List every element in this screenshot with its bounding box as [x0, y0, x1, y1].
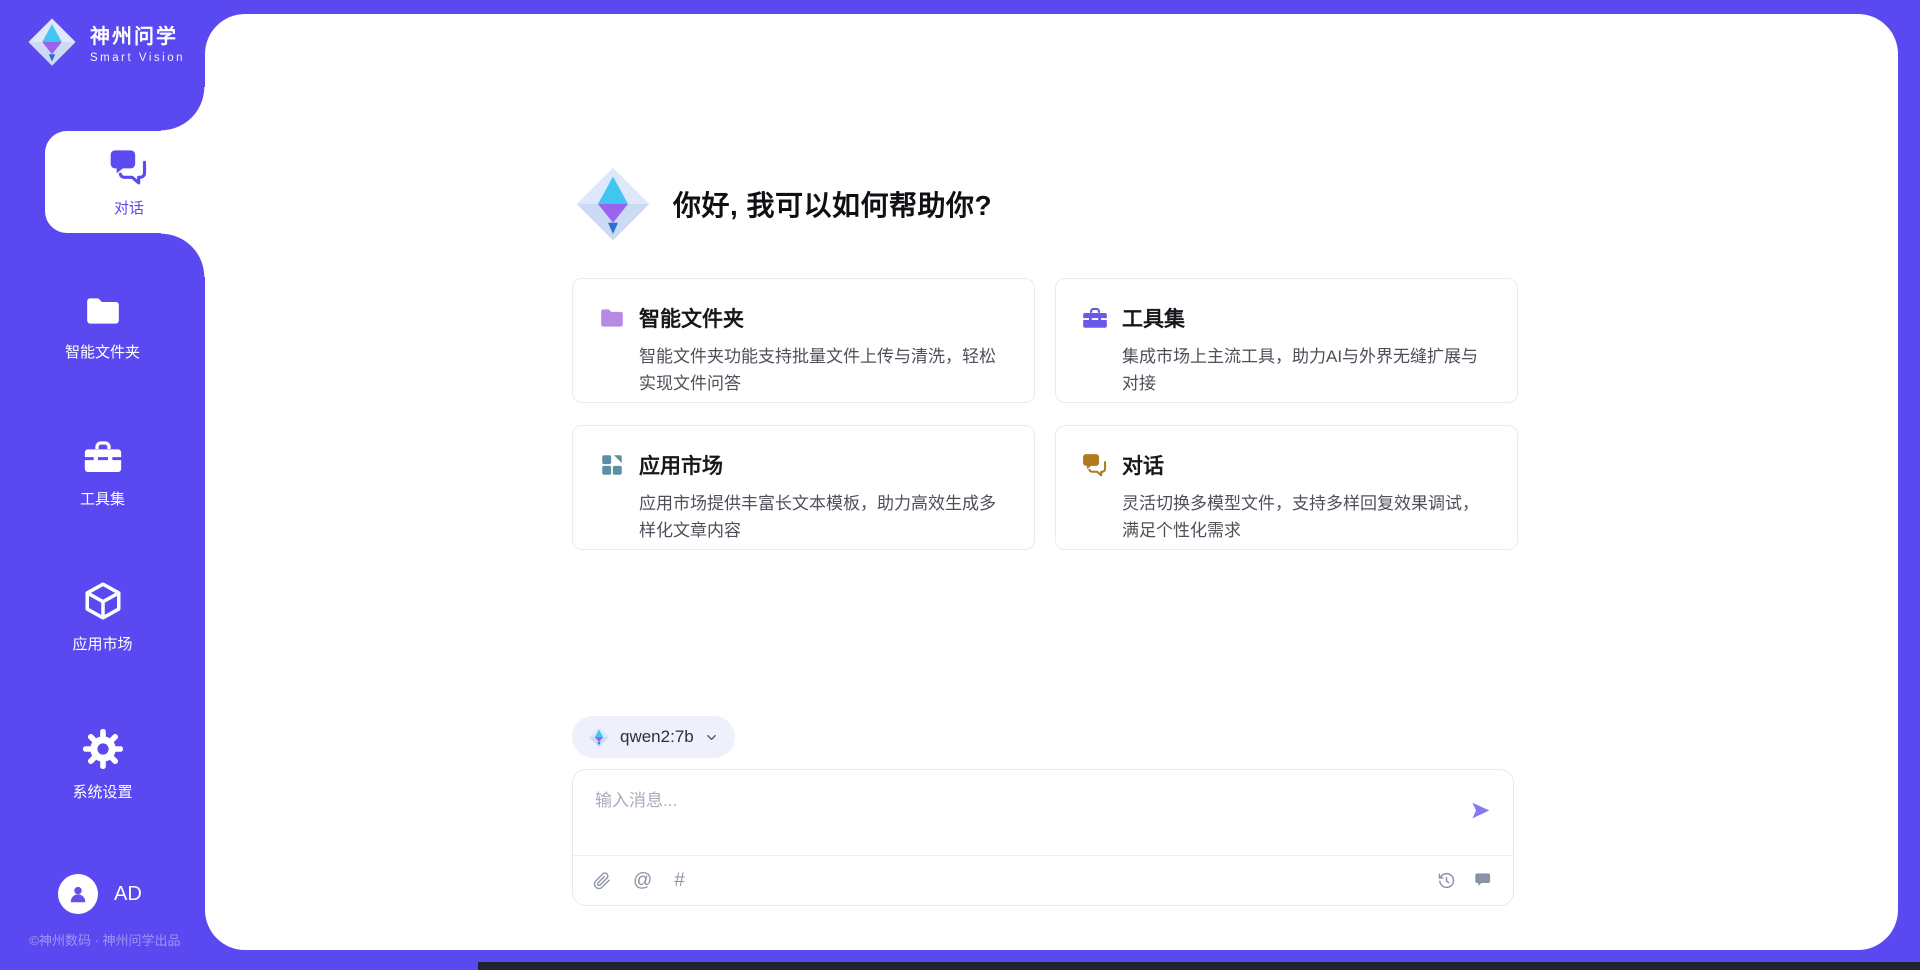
person-icon [66, 882, 90, 906]
avatar [58, 874, 98, 914]
history-icon[interactable] [1437, 871, 1456, 890]
paperclip-icon[interactable] [593, 872, 611, 890]
sidebar-item-settings[interactable]: 系统设置 [0, 728, 205, 802]
main-panel: 你好, 我可以如何帮助你? 智能文件夹 智能文件夹功能支持批量文件上传与清洗，轻… [205, 14, 1898, 950]
send-icon[interactable] [1468, 798, 1493, 823]
chat-bubbles-icon [1082, 452, 1108, 478]
model-diamond-icon [588, 726, 610, 748]
hash-icon[interactable]: # [674, 871, 685, 890]
user-name: AD [114, 883, 142, 906]
model-selector[interactable]: qwen2:7b [572, 716, 735, 758]
brand-subtitle: Smart Vision [90, 52, 185, 64]
sidebar-item-label: 应用市场 [72, 633, 132, 654]
folder-icon [84, 292, 122, 330]
greeting-diamond-icon [573, 164, 653, 244]
sidebar-item-label: 系统设置 [72, 781, 132, 802]
card-title: 工具集 [1122, 303, 1185, 333]
cube-icon [82, 580, 124, 622]
message-composer: @ # [572, 769, 1514, 906]
sidebar-item-toolset[interactable]: 工具集 [0, 437, 205, 509]
sidebar-item-smart-folder[interactable]: 智能文件夹 [0, 292, 205, 362]
card-toolset[interactable]: 工具集 集成市场上主流工具，助力AI与外界无缝扩展与对接 [1055, 278, 1518, 403]
model-name: qwen2:7b [620, 727, 694, 747]
sidebar-item-label: 对话 [114, 197, 144, 218]
chevron-down-icon [704, 730, 719, 745]
card-description: 智能文件夹功能支持批量文件上传与清洗，轻松实现文件问答 [639, 343, 1012, 397]
chat-bubbles-icon [109, 147, 149, 187]
briefcase-icon [1082, 305, 1108, 331]
sidebar-item-label: 工具集 [80, 488, 125, 509]
gear-icon [82, 728, 124, 770]
brand-logo: 神州问学 Smart Vision [26, 16, 185, 68]
briefcase-icon [83, 437, 123, 477]
card-title: 对话 [1122, 450, 1164, 480]
sidebar-item-label: 智能文件夹 [65, 341, 140, 362]
comment-icon[interactable] [1474, 871, 1493, 890]
feature-cards: 智能文件夹 智能文件夹功能支持批量文件上传与清洗，轻松实现文件问答 工具集 集成… [572, 278, 1518, 550]
greeting-text: 你好, 我可以如何帮助你? [673, 184, 992, 224]
card-smart-folder[interactable]: 智能文件夹 智能文件夹功能支持批量文件上传与清洗，轻松实现文件问答 [572, 278, 1035, 403]
bottom-dark-strip [478, 962, 1920, 970]
grid-icon [599, 452, 625, 478]
card-description: 灵活切换多模型文件，支持多样回复效果调试，满足个性化需求 [1122, 490, 1495, 544]
card-chat[interactable]: 对话 灵活切换多模型文件，支持多样回复效果调试，满足个性化需求 [1055, 425, 1518, 550]
at-icon[interactable]: @ [633, 871, 652, 890]
greeting-block: 你好, 我可以如何帮助你? [573, 164, 992, 244]
card-app-market[interactable]: 应用市场 应用市场提供丰富长文本模板，助力高效生成多样化文章内容 [572, 425, 1035, 550]
sidebar-item-chat[interactable]: 对话 [45, 131, 213, 233]
sidebar-item-app-market[interactable]: 应用市场 [0, 580, 205, 654]
brand-name: 神州问学 [90, 20, 185, 49]
folder-icon [599, 305, 625, 331]
message-input[interactable] [595, 786, 1455, 844]
brand-diamond-icon [26, 16, 78, 68]
card-description: 集成市场上主流工具，助力AI与外界无缝扩展与对接 [1122, 343, 1495, 397]
user-account[interactable]: AD [58, 874, 142, 914]
sidebar-footer: ©神州数码 · 神州问学出品 [0, 930, 210, 949]
card-title: 智能文件夹 [639, 303, 744, 333]
card-description: 应用市场提供丰富长文本模板，助力高效生成多样化文章内容 [639, 490, 1012, 544]
card-title: 应用市场 [639, 450, 723, 480]
composer-toolbar: @ # [573, 855, 1513, 905]
